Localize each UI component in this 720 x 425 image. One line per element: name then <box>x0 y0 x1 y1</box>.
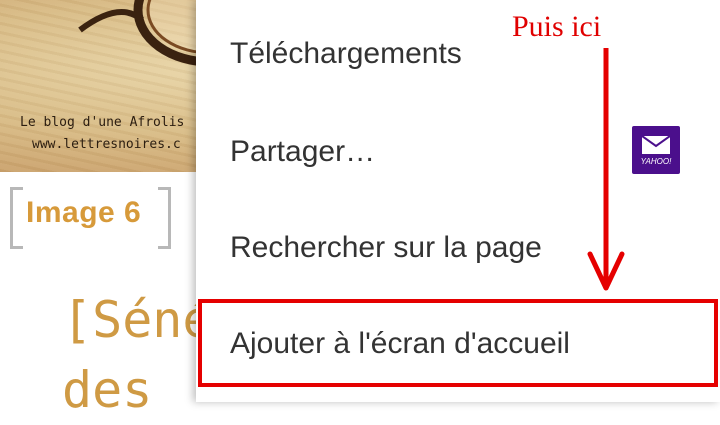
yahoo-mail-icon[interactable]: YAHOO! <box>632 126 680 174</box>
bracket-left <box>10 187 23 249</box>
photo-caption-line1: Le blog d'une Afrolis <box>20 115 185 130</box>
image-label-text: Image 6 <box>26 196 142 229</box>
blog-heading-line1: [Séné <box>62 291 213 349</box>
menu-item-find-in-page[interactable]: Rechercher sur la page <box>196 200 720 296</box>
arrow-down-icon <box>587 48 625 291</box>
blog-heading-line2: des <box>62 361 153 419</box>
photo-caption-line2: www.lettresnoires.c <box>32 137 181 152</box>
annotation-text: Puis ici <box>512 10 602 43</box>
menu-item-label: Partager… <box>230 135 376 168</box>
menu-item-label: Téléchargements <box>230 37 462 70</box>
photo-small-text <box>20 106 184 112</box>
menu-item-downloads[interactable]: Téléchargements <box>196 6 720 102</box>
yahoo-badge-text: YAHOO! <box>640 157 672 166</box>
blog-heading: [Séné des <box>62 285 213 425</box>
envelope-icon <box>642 136 670 154</box>
menu-item-add-to-home-screen[interactable]: Ajouter à l'écran d'accueil <box>196 296 720 392</box>
menu-item-share[interactable]: Partager… YAHOO! <box>196 104 720 200</box>
menu-item-label: Rechercher sur la page <box>230 231 542 264</box>
browser-overflow-menu: Téléchargements Partager… YAHOO! Recherc… <box>196 0 720 402</box>
photo-caption: Le blog d'une Afrolis www.lettresnoires.… <box>20 106 184 156</box>
bracket-right <box>158 187 171 249</box>
menu-item-label: Ajouter à l'écran d'accueil <box>230 327 570 360</box>
